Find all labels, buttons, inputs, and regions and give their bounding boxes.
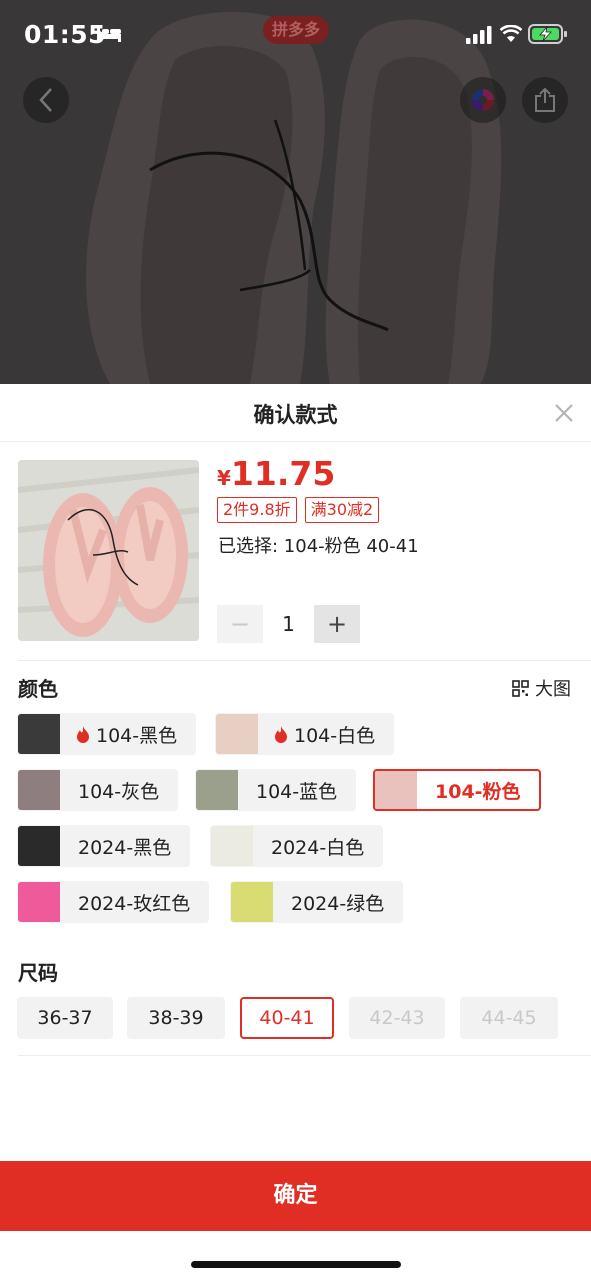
plus-icon: + [326,610,348,638]
color-option-label: 2024-玫红色 [78,892,191,915]
size-option-36-37[interactable]: 36-37 [17,997,113,1039]
color-option-104-black[interactable]: 104-黑色 [17,713,197,755]
price-currency: ¥ [217,466,231,490]
color-option-104-gray[interactable]: 104-灰色 [17,769,179,811]
close-icon[interactable] [553,402,575,424]
minus-icon: − [229,610,251,638]
color-option-label: 104-粉色 [435,780,521,803]
promo-tag: 满30减2 [304,497,380,523]
quantity-stepper: − 1 + [217,605,360,643]
color-option-label: 104-白色 [294,724,376,747]
product-thumbnail-image [18,460,199,641]
confirm-button[interactable]: 确定 [0,1161,591,1231]
promo-tags: 2件9.8折 满30减2 [217,497,380,523]
decrease-quantity-button[interactable]: − [217,605,263,643]
promo-tag: 2件9.8折 [217,497,297,523]
color-option-2024-white[interactable]: 2024-白色 [210,825,384,867]
color-option-104-white[interactable]: 104-白色 [215,713,395,755]
color-option-2024-black[interactable]: 2024-黑色 [17,825,191,867]
brand-swirl-icon [472,89,494,111]
wifi-icon [500,25,522,42]
back-button[interactable] [23,77,69,123]
color-option-2024-green[interactable]: 2024-绿色 [230,881,404,923]
battery-charging-icon [528,24,567,44]
size-section-title: 尺码 [18,961,58,985]
color-section-title: 颜色 [18,677,58,701]
color-option-label: 2024-白色 [271,836,365,859]
color-option-label: 2024-绿色 [291,892,385,915]
color-swatch [375,771,417,809]
color-swatch [18,770,60,810]
color-swatch [18,882,60,922]
price: ¥11.75 [217,454,335,493]
price-value: 11.75 [230,454,336,493]
big-picture-button[interactable]: 大图 [512,675,571,701]
color-option-label: 104-灰色 [78,780,160,803]
color-option-2024-rose-red[interactable]: 2024-玫红色 [17,881,210,923]
quantity-value[interactable]: 1 [263,612,314,636]
size-option-40-41[interactable]: 40-41 [240,997,334,1039]
status-time: 01:55 [24,20,107,49]
size-option-38-39[interactable]: 38-39 [127,997,225,1039]
grid-view-icon [512,679,529,697]
big-picture-label: 大图 [535,679,571,700]
color-swatch [18,826,60,866]
divider [18,1055,591,1056]
product-thumbnail[interactable] [18,460,199,641]
size-option-42-43: 42-43 [349,997,445,1039]
back-icon [39,88,52,112]
signal-icon [466,26,492,44]
color-swatch [18,714,60,754]
brand-badge: 拼多多 [263,16,329,44]
bed-icon [97,27,121,42]
sheet-title: 确认款式 [253,403,338,427]
color-swatch [231,882,273,922]
color-option-104-blue[interactable]: 104-蓝色 [195,769,357,811]
color-option-label: 2024-黑色 [78,836,172,859]
share-icon [535,87,555,112]
color-option-label: 104-蓝色 [256,780,338,803]
size-option-44-45: 44-45 [460,997,558,1039]
divider [18,660,591,661]
color-swatch [211,826,253,866]
color-option-104-pink[interactable]: 104-粉色 [373,769,541,811]
color-swatch [216,714,258,754]
color-option-label: 104-黑色 [96,724,178,747]
home-indicator [191,1261,401,1268]
product-photo-backdrop[interactable]: 01:55 拼多多 [0,0,591,384]
brand-swirl-button[interactable] [460,77,506,123]
sku-selection-sheet: 确认款式 ¥11.75 2件9.8折 满30减2 已选择: 104-粉色 40-… [0,384,591,1280]
share-button[interactable] [522,77,568,123]
selected-variant-label: 已选择: 104-粉色 40-41 [218,536,419,557]
increase-quantity-button[interactable]: + [314,605,360,643]
color-swatch [196,770,238,810]
sheet-header: 确认款式 [0,384,591,442]
